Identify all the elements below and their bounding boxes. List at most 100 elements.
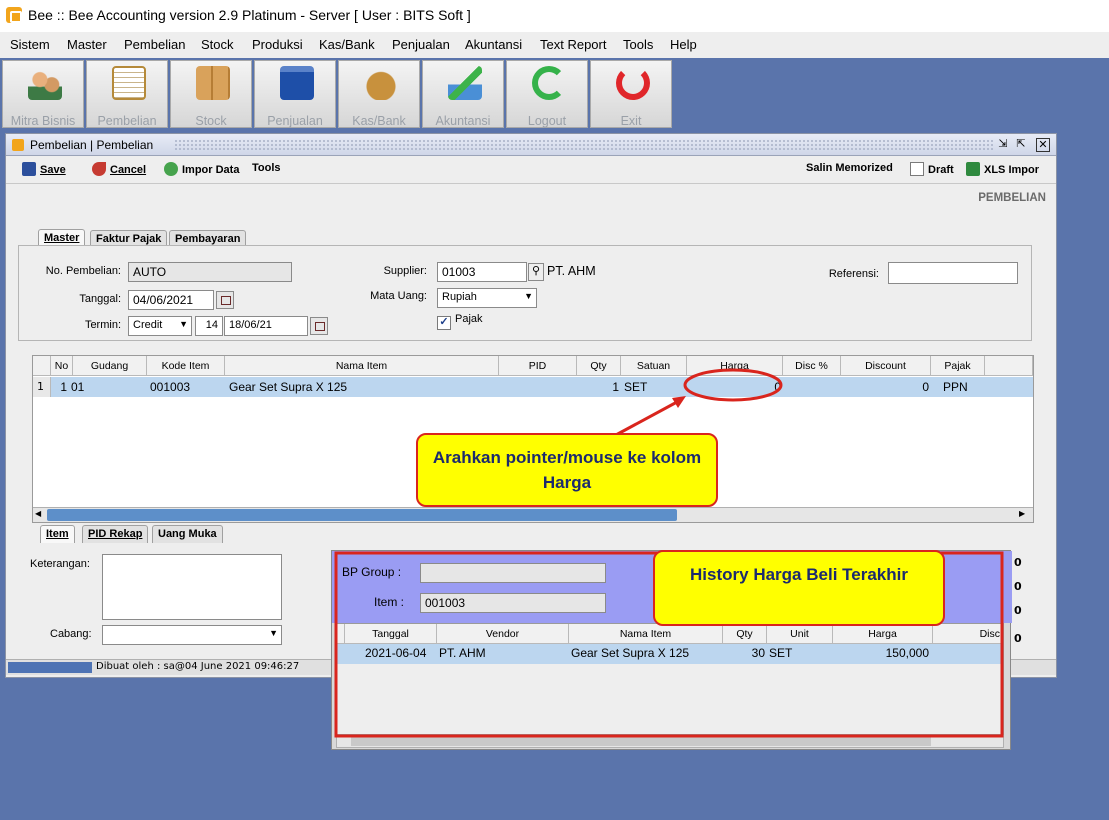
grid-header-harga[interactable]: Harga <box>687 356 783 376</box>
menu-tools[interactable]: Tools <box>623 37 653 52</box>
calendar-icon[interactable] <box>310 317 328 335</box>
toolbar-pembelian-button[interactable]: Pembelian <box>86 60 168 128</box>
grid-header-kode-item[interactable]: Kode Item <box>147 356 225 376</box>
bp-group-field[interactable] <box>420 563 606 583</box>
cabang-label: Cabang: <box>50 628 92 640</box>
toolbar-penjualan-button[interactable]: Penjualan <box>254 60 336 128</box>
grid-header-pid[interactable]: PID <box>499 356 577 376</box>
search-icon[interactable]: ⚲ <box>528 263 544 281</box>
close-icon[interactable]: ✕ <box>1036 138 1050 152</box>
scroll-left-icon[interactable]: ◀ <box>35 509 47 521</box>
grid-header-qty[interactable]: Qty <box>577 356 621 376</box>
pajak-checkbox[interactable]: ✓ Pajak <box>437 313 483 330</box>
popup-horizontal-scrollbar[interactable] <box>336 735 1004 748</box>
termin-label: Termin: <box>84 319 121 331</box>
scrollbar-thumb[interactable] <box>351 737 931 746</box>
excel-icon <box>966 162 980 176</box>
menu-master[interactable]: Master <box>67 37 107 52</box>
grid-header-pajak[interactable]: Pajak <box>931 356 985 376</box>
tools-button[interactable]: Tools <box>252 162 281 174</box>
menu-pembelian[interactable]: Pembelian <box>124 37 185 52</box>
menu-help[interactable]: Help <box>670 37 697 52</box>
referensi-field[interactable] <box>888 262 1018 284</box>
scrollbar-thumb[interactable] <box>47 509 677 521</box>
supplier-code-field[interactable]: 01003 <box>437 262 527 282</box>
keterangan-label: Keterangan: <box>30 558 90 570</box>
grid-header-gudang[interactable]: Gudang <box>73 356 147 376</box>
people-icon <box>28 66 62 100</box>
master-panel: No. Pembelian: AUTO Tanggal: 04/06/2021 … <box>18 245 1032 341</box>
popup-header-nama-item[interactable]: Nama Item <box>569 624 723 644</box>
chart-up-icon <box>448 66 482 100</box>
tab-pid-rekap[interactable]: PID Rekap <box>82 525 149 543</box>
grid-header-corner <box>33 356 51 376</box>
draft-checkbox-box[interactable] <box>910 162 924 176</box>
section-label: PEMBELIAN <box>978 192 1046 204</box>
toolbar-exit-button[interactable]: Exit <box>590 60 672 128</box>
save-button[interactable]: Save <box>22 162 66 176</box>
toolbar-logout-button[interactable]: Logout <box>506 60 588 128</box>
popup-header-vendor[interactable]: Vendor <box>437 624 569 644</box>
import-data-button[interactable]: Impor Data <box>164 162 239 176</box>
total-value: 0 <box>1014 604 1022 617</box>
toolbar-akuntansi-button[interactable]: Akuntansi <box>422 60 504 128</box>
logout-arrow-icon <box>532 66 566 100</box>
menu-akuntansi[interactable]: Akuntansi <box>465 37 522 52</box>
supplier-label: Supplier: <box>383 265 427 277</box>
toolbar-stock-button[interactable]: Stock <box>170 60 252 128</box>
draft-checkbox[interactable]: Draft <box>910 162 954 176</box>
harga-cell[interactable]: 0 <box>689 378 781 396</box>
boxes-icon <box>196 66 230 100</box>
no-pembelian-field[interactable]: AUTO <box>128 262 292 282</box>
invoice-icon <box>112 66 146 100</box>
scroll-right-icon[interactable]: ▶ <box>1019 509 1031 521</box>
popup-header-disc[interactable]: Disc <box>933 624 1003 644</box>
history-callout: History Harga Beli Terakhir <box>653 550 945 626</box>
money-bag-icon <box>364 66 398 100</box>
grid-header-discount[interactable]: Discount <box>841 356 931 376</box>
menu-kas-bank[interactable]: Kas/Bank <box>319 37 375 52</box>
grid-header-no[interactable]: No <box>51 356 73 376</box>
item-field[interactable]: 001003 <box>420 593 606 613</box>
keterangan-textarea[interactable] <box>102 554 282 620</box>
xls-import-button[interactable]: XLS Impor <box>966 162 1039 176</box>
popup-header-unit[interactable]: Unit <box>767 624 833 644</box>
horizontal-scrollbar[interactable]: ◀ ▶ <box>33 507 1033 522</box>
tanggal-field[interactable]: 04/06/2021 <box>128 290 214 310</box>
row-indicator[interactable]: 1 <box>33 377 51 397</box>
calendar-icon[interactable] <box>216 291 234 309</box>
grid-header-spacer <box>985 356 1033 376</box>
app-title: Bee :: Bee Accounting version 2.9 Platin… <box>28 7 471 23</box>
maximize-icon[interactable]: ⇱ <box>1014 138 1028 152</box>
table-row[interactable]: 2021-06-04 PT. AHM Gear Set Supra X 125 … <box>337 644 1003 664</box>
grid-header-disc-percent[interactable]: Disc % <box>783 356 841 376</box>
grid-header-satuan[interactable]: Satuan <box>621 356 687 376</box>
pointer-callout: Arahkan pointer/mouse ke kolom Harga <box>416 433 718 507</box>
menu-sistem[interactable]: Sistem <box>10 37 50 52</box>
toolbar-mitra-bisnis-button[interactable]: Mitra Bisnis <box>2 60 84 128</box>
tab-item[interactable]: Item <box>40 525 75 543</box>
mata-uang-select[interactable]: Rupiah <box>437 288 537 308</box>
termin-select[interactable]: Credit <box>128 316 192 336</box>
shopping-bag-icon <box>280 66 314 100</box>
menu-produksi[interactable]: Produksi <box>252 37 303 52</box>
restore-icon[interactable]: ⇲ <box>996 138 1010 152</box>
menu-penjualan[interactable]: Penjualan <box>392 37 450 52</box>
popup-header-tanggal[interactable]: Tanggal <box>345 624 437 644</box>
menu-text-report[interactable]: Text Report <box>540 37 606 52</box>
grid-header-nama-item[interactable]: Nama Item <box>225 356 499 376</box>
tab-uang-muka[interactable]: Uang Muka <box>152 525 223 543</box>
item-label: Item : <box>374 595 405 609</box>
toolbar-kas-bank-button[interactable]: Kas/Bank <box>338 60 420 128</box>
cancel-button[interactable]: Cancel <box>92 162 146 176</box>
menu-stock[interactable]: Stock <box>201 37 234 52</box>
check-icon[interactable]: ✓ <box>437 316 451 330</box>
app-title-bar: Bee :: Bee Accounting version 2.9 Platin… <box>0 0 1109 32</box>
cabang-select[interactable] <box>102 625 282 645</box>
table-row[interactable]: 1 01 001003 Gear Set Supra X 125 1 SET 0… <box>51 377 1033 397</box>
popup-header-harga[interactable]: Harga <box>833 624 933 644</box>
termin-date-field[interactable]: 18/06/21 <box>224 316 308 336</box>
salin-memorized-button[interactable]: Salin Memorized <box>806 162 893 174</box>
termin-days-field[interactable]: 14 <box>195 316 223 336</box>
popup-header-qty[interactable]: Qty <box>723 624 767 644</box>
